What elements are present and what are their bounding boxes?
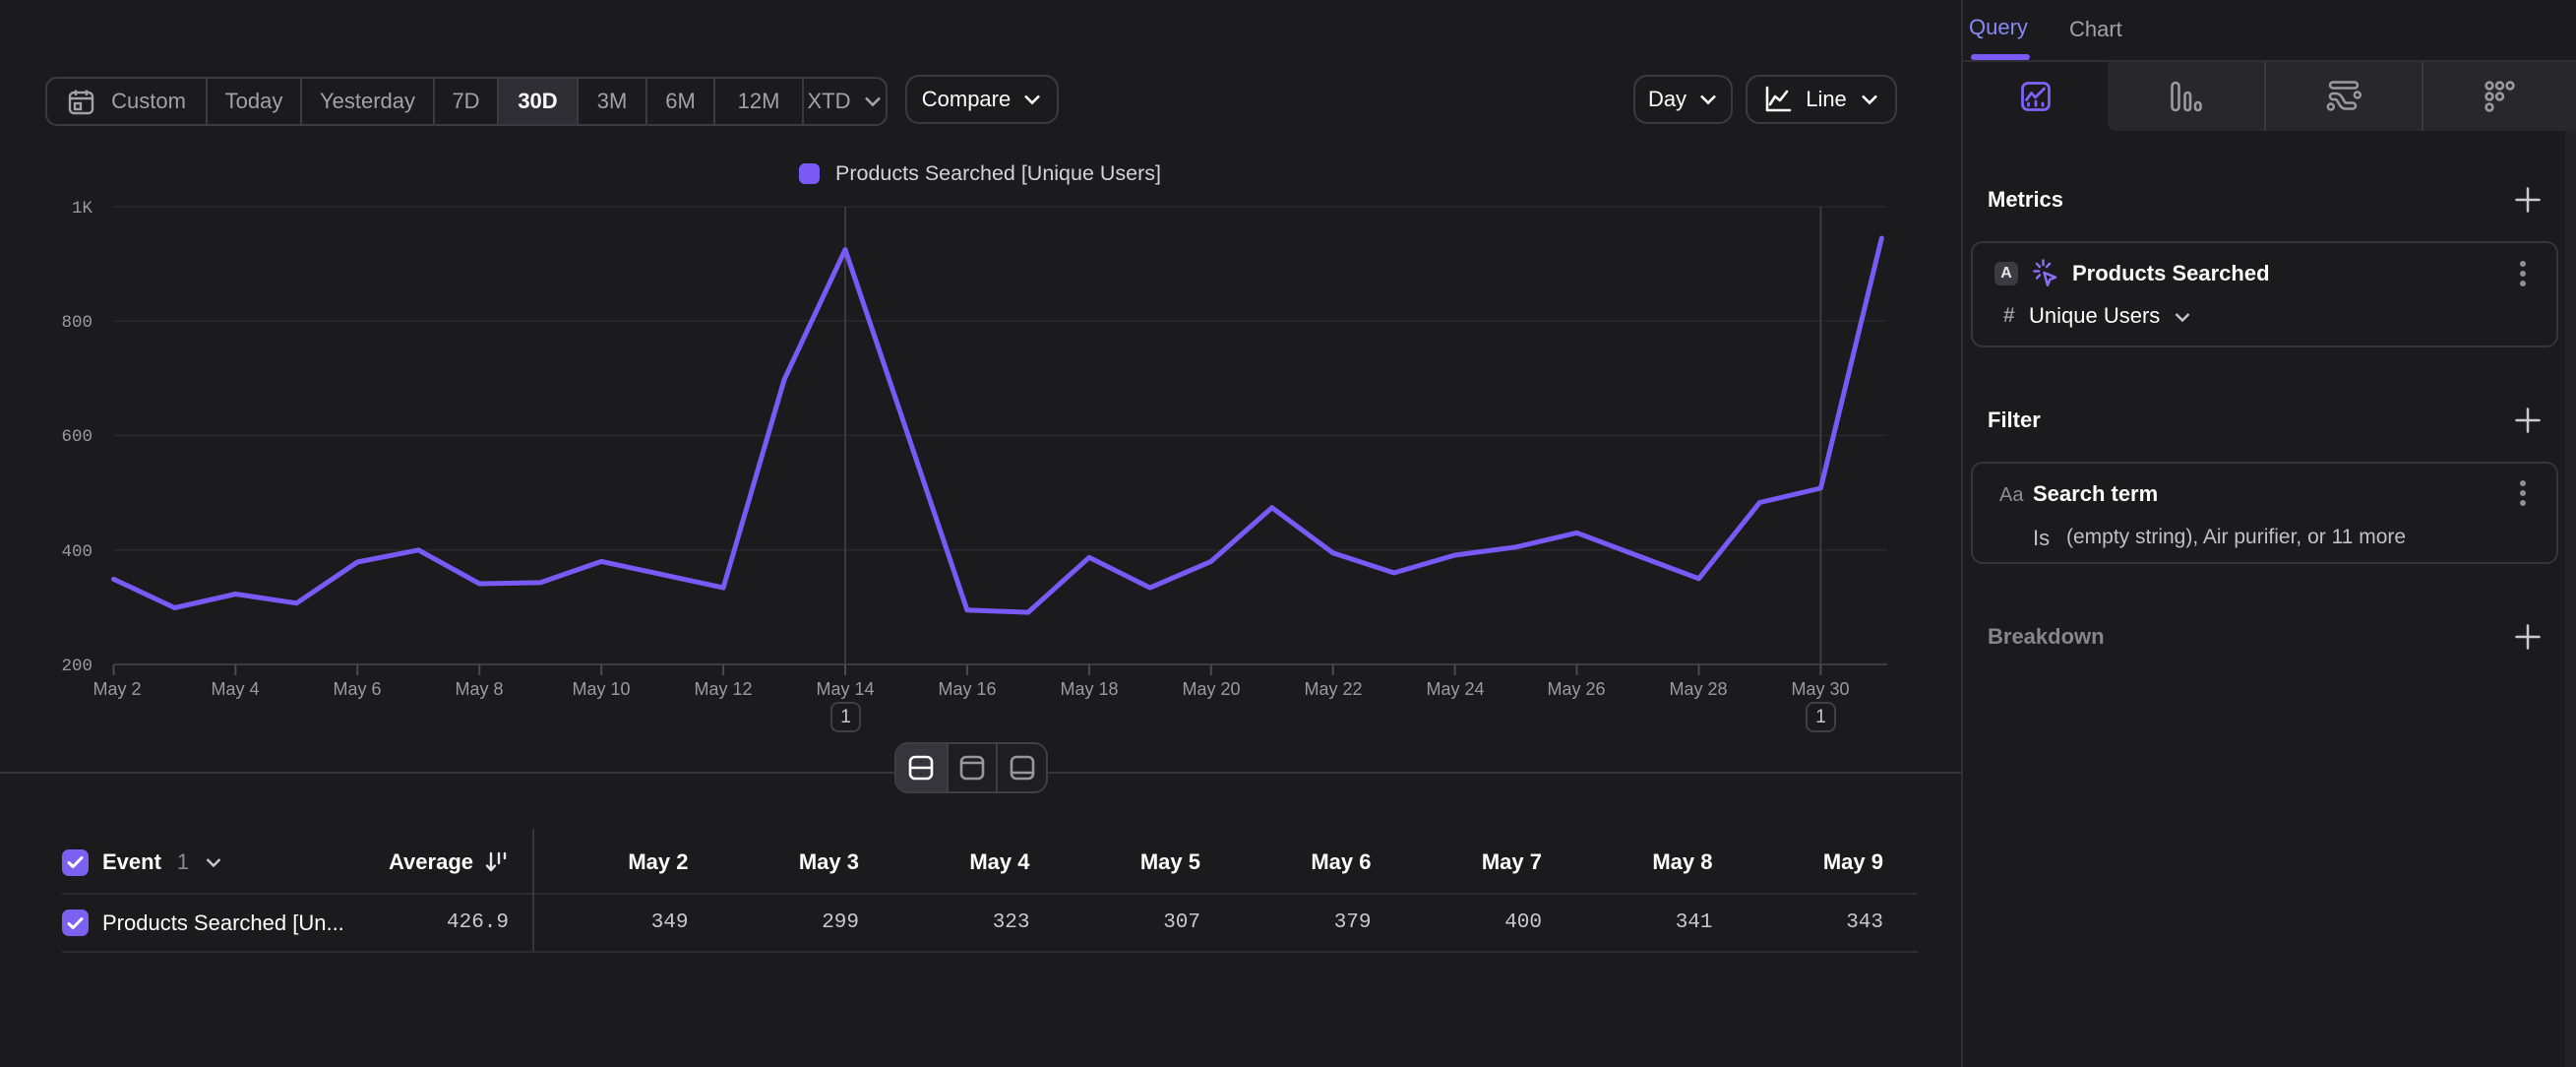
svg-text:May 12: May 12 bbox=[694, 679, 752, 699]
svg-text:May 10: May 10 bbox=[572, 679, 630, 699]
svg-text:800: 800 bbox=[61, 313, 92, 333]
svg-text:1K: 1K bbox=[72, 199, 93, 219]
svg-text:May 8: May 8 bbox=[455, 679, 503, 699]
svg-text:May 20: May 20 bbox=[1182, 679, 1240, 699]
svg-text:May 6: May 6 bbox=[333, 679, 381, 699]
svg-text:400: 400 bbox=[61, 542, 92, 562]
svg-text:May 2: May 2 bbox=[92, 679, 141, 699]
svg-text:May 30: May 30 bbox=[1791, 679, 1849, 699]
svg-text:May 16: May 16 bbox=[938, 679, 996, 699]
svg-text:May 26: May 26 bbox=[1547, 679, 1605, 699]
svg-text:May 14: May 14 bbox=[816, 679, 874, 699]
svg-text:May 24: May 24 bbox=[1426, 679, 1484, 699]
svg-text:200: 200 bbox=[61, 657, 92, 676]
svg-text:600: 600 bbox=[61, 427, 92, 447]
svg-text:May 22: May 22 bbox=[1304, 679, 1362, 699]
svg-text:May 4: May 4 bbox=[211, 679, 259, 699]
svg-text:May 18: May 18 bbox=[1060, 679, 1118, 699]
svg-text:May 28: May 28 bbox=[1669, 679, 1727, 699]
